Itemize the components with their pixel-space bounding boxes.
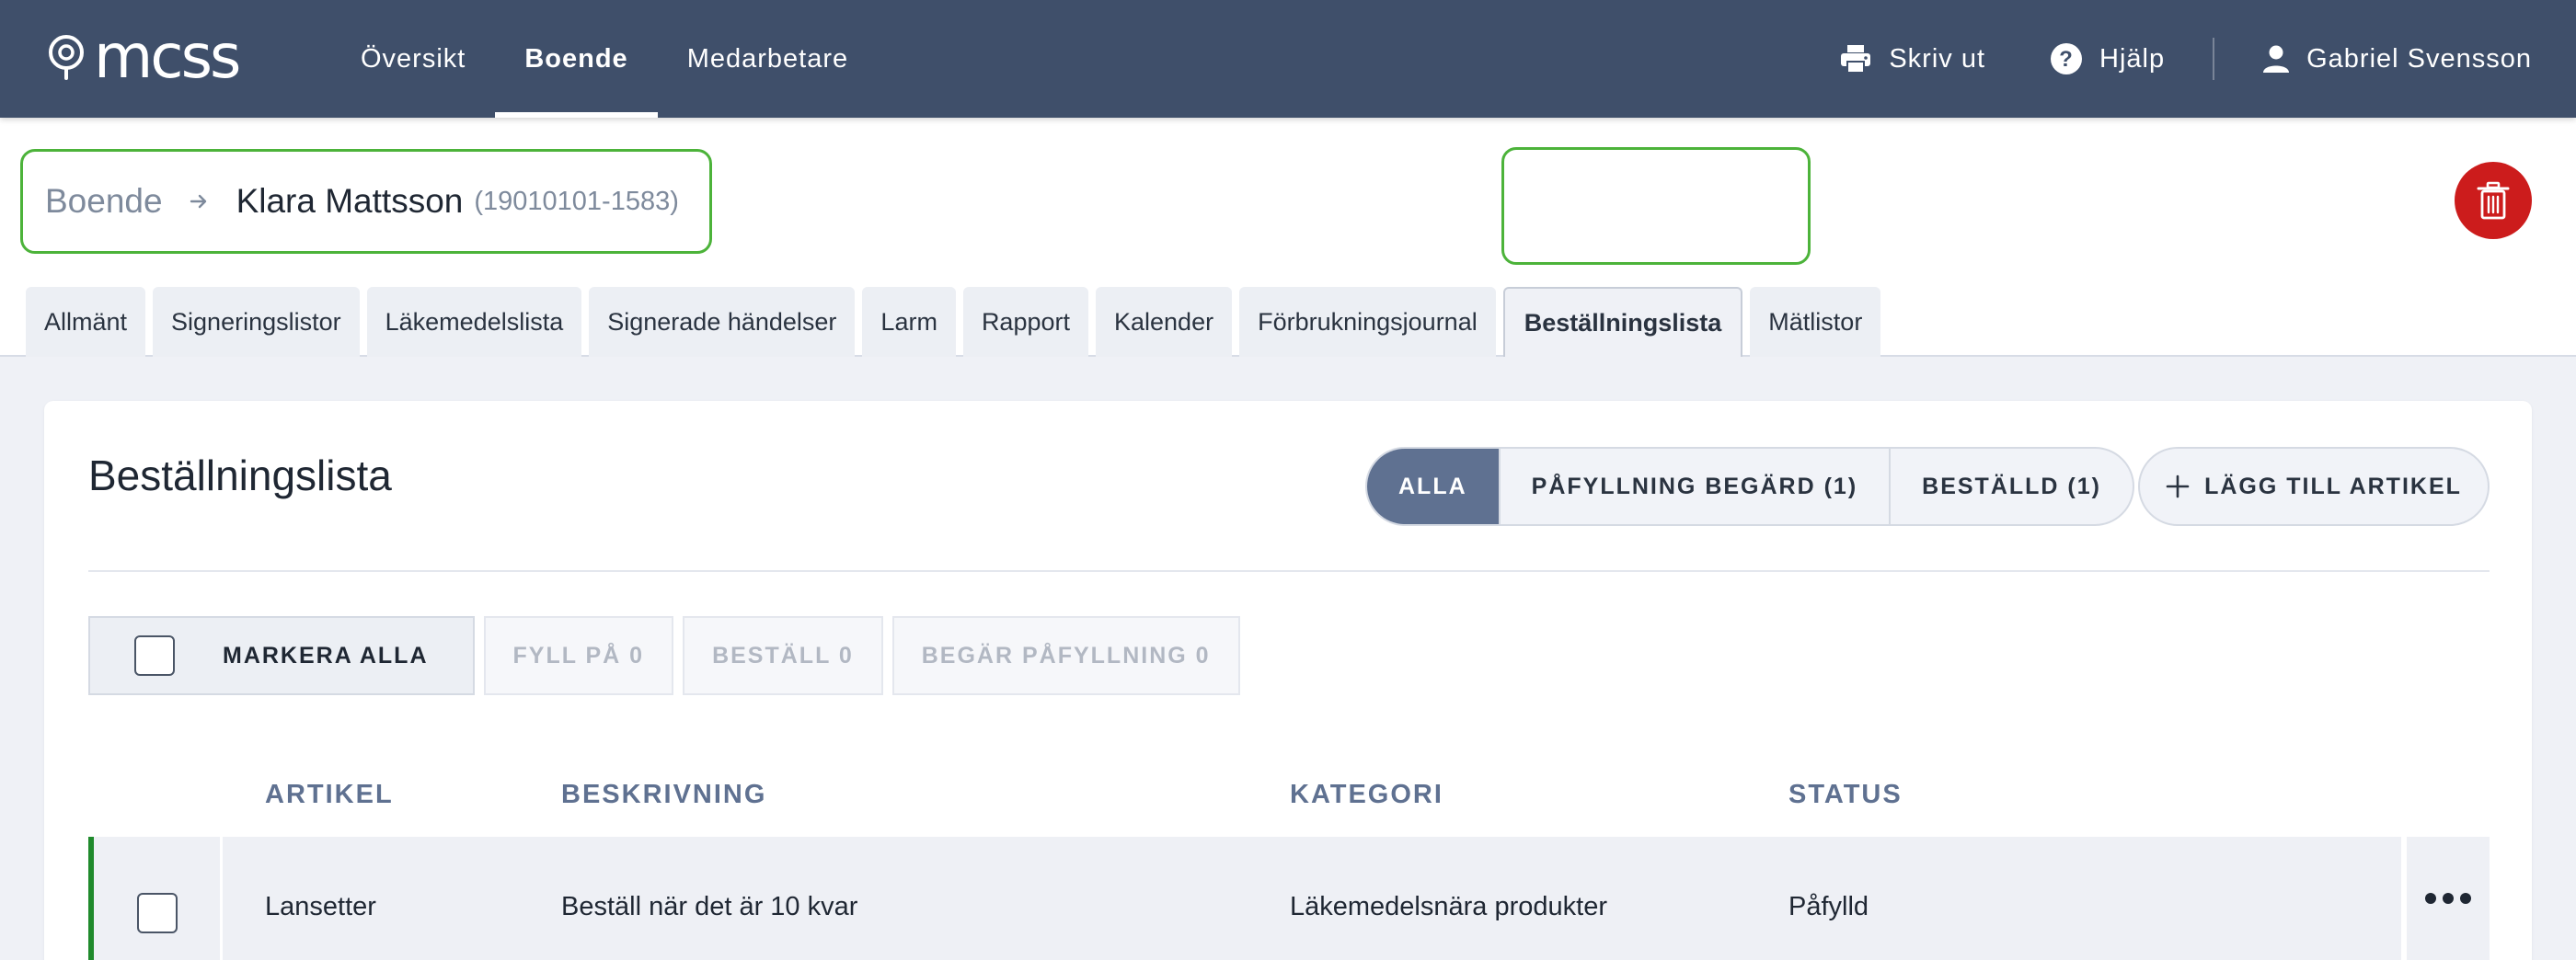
tab-allmant[interactable]: Allmänt: [26, 287, 146, 357]
nav-item-boende[interactable]: Boende: [495, 0, 659, 118]
resident-name: Klara Mattsson: [236, 182, 464, 220]
row-body: Lansetter Beställ när det är 10 kvar Läk…: [88, 837, 2401, 960]
refill-button[interactable]: FYLL PÅ 0: [483, 616, 674, 695]
page-header: Boende Klara Mattsson (19010101-1583) Al…: [0, 118, 2576, 357]
user-menu[interactable]: Gabriel Svensson: [2262, 44, 2532, 74]
table-row[interactable]: Lansetter Beställ när det är 10 kvar Läk…: [88, 837, 2490, 960]
arrow-right-icon: [190, 194, 206, 209]
svg-text:?: ?: [2059, 47, 2074, 72]
tab-kalender[interactable]: Kalender: [1096, 287, 1233, 357]
column-header-category[interactable]: KATEGORI: [1290, 780, 1443, 810]
add-article-button[interactable]: LÄGG TILL ARTIKEL: [2138, 447, 2490, 526]
add-article-label: LÄGG TILL ARTIKEL: [2204, 473, 2462, 499]
cell-description: Beställ när det är 10 kvar: [561, 892, 858, 921]
filter-bestalld[interactable]: BESTÄLLD (1): [1889, 449, 2133, 524]
cell-status: Påfylld: [1788, 892, 1869, 921]
cell-category: Läkemedelsnära produkter: [1290, 892, 1607, 921]
column-header-description[interactable]: BESKRIVNING: [561, 780, 766, 810]
tab-signerade-handelser[interactable]: Signerade händelser: [589, 287, 856, 357]
filter-pafyllning-begard[interactable]: PÅFYLLNING BEGÄRD (1): [1498, 449, 1890, 524]
printer-icon: [1841, 45, 1871, 74]
trash-icon: [2477, 181, 2510, 220]
select-all-label: MARKERA ALLA: [223, 642, 429, 669]
top-navigation-bar: mcss Översikt Boende Medarbetare Skriv u…: [0, 0, 2576, 118]
column-header-status[interactable]: STATUS: [1788, 780, 1903, 810]
user-name: Gabriel Svensson: [2306, 43, 2532, 74]
breadcrumb-root-link[interactable]: Boende: [45, 182, 163, 221]
resident-tabs: Allmänt Signeringslistor Läkemedelslista…: [26, 287, 1881, 357]
delete-button[interactable]: [2455, 162, 2532, 239]
plus-icon: [2166, 474, 2190, 498]
column-header-article[interactable]: ARTIKEL: [265, 780, 394, 810]
logo-text: mcss: [94, 21, 241, 92]
cell-article: Lansetter: [265, 892, 376, 921]
filter-alla[interactable]: ALLA: [1367, 449, 1499, 524]
user-icon: [2263, 45, 2290, 73]
help-label: Hjälp: [2099, 43, 2166, 74]
tab-matlistor[interactable]: Mätlistor: [1750, 287, 1881, 357]
tab-larm[interactable]: Larm: [862, 287, 956, 357]
row-checkbox-cell: [94, 837, 223, 960]
top-right-actions: Skriv ut ? Hjälp Gabriel Svensson: [1839, 0, 2532, 118]
tab-rapport[interactable]: Rapport: [962, 287, 1088, 357]
nav-item-medarbetare[interactable]: Medarbetare: [658, 0, 878, 118]
help-icon: ?: [2051, 43, 2082, 74]
mcss-logo[interactable]: mcss: [46, 21, 241, 92]
status-filter-group: ALLA PÅFYLLNING BEGÄRD (1) BESTÄLLD (1): [1365, 447, 2134, 526]
resident-id: (19010101-1583): [474, 186, 679, 216]
card-divider: [88, 570, 2490, 572]
breadcrumb: Boende Klara Mattsson (19010101-1583): [20, 149, 712, 254]
table-header: ARTIKEL BESKRIVNING KATEGORI STATUS: [88, 769, 2490, 828]
help-button[interactable]: ? Hjälp: [2050, 42, 2165, 75]
row-checkbox[interactable]: [136, 893, 178, 933]
order-list-card: Beställningslista ALLA PÅFYLLNING BEGÄRD…: [44, 401, 2532, 960]
tab-signeringslistor[interactable]: Signeringslistor: [153, 287, 360, 357]
request-refill-button[interactable]: BEGÄR PÅFYLLNING 0: [891, 616, 1240, 695]
more-horizontal-icon: [2425, 893, 2471, 904]
nav-item-oversikt[interactable]: Översikt: [331, 0, 495, 118]
logo-mark-icon: [49, 35, 84, 80]
top-divider: [2213, 38, 2215, 80]
row-more-button[interactable]: [2407, 837, 2490, 960]
order-button[interactable]: BESTÄLL 0: [683, 616, 883, 695]
print-label: Skriv ut: [1889, 43, 1985, 74]
print-button[interactable]: Skriv ut: [1839, 43, 1985, 74]
page-title: Beställningslista: [88, 451, 392, 499]
tab-forbrukningsjournal[interactable]: Förbrukningsjournal: [1239, 287, 1496, 357]
bulk-actions: MARKERA ALLA FYLL PÅ 0 BESTÄLL 0 BEGÄR P…: [88, 616, 1240, 695]
main-nav: Översikt Boende Medarbetare: [331, 0, 878, 118]
select-all-button[interactable]: MARKERA ALLA: [88, 616, 475, 695]
tab-bestallningslista[interactable]: Beställningslista: [1502, 287, 1743, 357]
select-all-checkbox[interactable]: [134, 635, 175, 676]
tab-lakemedelslista[interactable]: Läkemedelslista: [366, 287, 582, 357]
